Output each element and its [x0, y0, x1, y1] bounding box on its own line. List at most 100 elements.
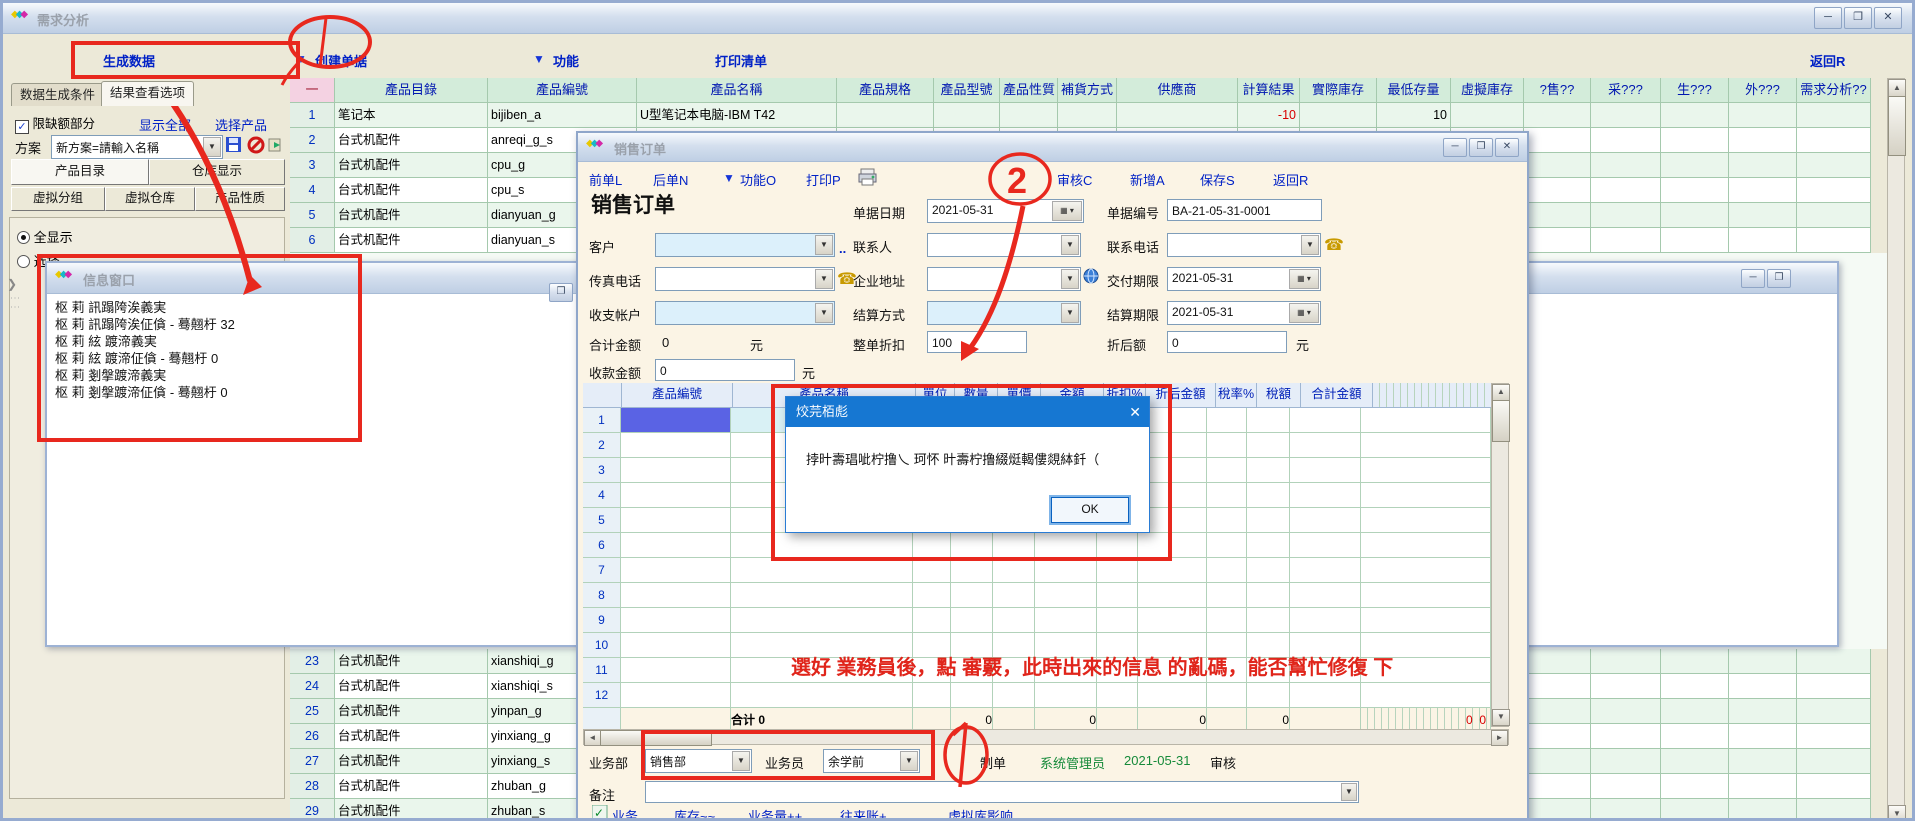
table-cell[interactable] — [1661, 178, 1729, 203]
grid-cell[interactable] — [1290, 683, 1361, 708]
table-cell[interactable] — [1524, 128, 1591, 153]
table-cell[interactable] — [1591, 203, 1661, 228]
prev-doc-button[interactable]: 前单L — [589, 170, 622, 189]
contact-select[interactable]: ▼ — [927, 233, 1081, 257]
table-cell[interactable] — [1524, 699, 1591, 724]
table-cell[interactable] — [1591, 649, 1661, 674]
print-list-button[interactable]: 打印清单 — [715, 51, 767, 70]
grid-cell[interactable] — [621, 583, 731, 608]
grid-cell[interactable] — [1207, 408, 1247, 433]
grid-column-header[interactable]: 產品編號 — [622, 383, 733, 408]
grid-cell[interactable] — [1290, 608, 1361, 633]
table-cell[interactable] — [934, 103, 1000, 128]
table-cell[interactable] — [1729, 799, 1797, 821]
table-cell[interactable] — [1000, 103, 1058, 128]
grid-cell[interactable] — [1207, 508, 1247, 533]
radio-show-all[interactable]: 全显示 — [17, 227, 73, 246]
table-cell[interactable] — [1661, 749, 1729, 774]
table-cell[interactable]: 台式机配件 — [335, 228, 488, 253]
generate-data-button[interactable]: 生成数据 — [103, 51, 155, 70]
table-cell[interactable] — [1661, 799, 1729, 821]
functions-button[interactable]: 功能 — [553, 51, 579, 70]
scroll-down-icon[interactable]: ▼ — [1492, 709, 1510, 726]
table-cell[interactable] — [1591, 674, 1661, 699]
grid-cell[interactable] — [1207, 658, 1247, 683]
table-cell[interactable] — [1661, 203, 1729, 228]
table-cell[interactable]: bijiben_a — [488, 103, 637, 128]
grid-cell[interactable] — [731, 558, 913, 583]
grid-cell[interactable] — [1290, 658, 1361, 683]
show-all-link[interactable]: 显示全部 — [139, 115, 191, 134]
grid-cell[interactable] — [1290, 533, 1361, 558]
person-select[interactable]: 余学前 ▼ — [823, 749, 920, 773]
grid-cell[interactable] — [951, 633, 993, 658]
grid-cell[interactable] — [951, 683, 993, 708]
column-header[interactable]: 產品規格 — [837, 78, 934, 103]
column-header[interactable]: 最低存量 — [1377, 78, 1451, 103]
table-cell[interactable] — [1797, 103, 1871, 128]
table-cell[interactable]: 台式机配件 — [335, 774, 488, 799]
tab-data-conditions[interactable]: 数据生成条件 — [11, 83, 104, 106]
column-header[interactable]: 實際庫存 — [1300, 78, 1377, 103]
main-back-button[interactable]: 返回R — [1810, 51, 1845, 70]
grid-cell[interactable] — [913, 533, 951, 558]
chevron-down-icon[interactable]: ▼ — [732, 751, 750, 771]
table-cell[interactable] — [1591, 749, 1661, 774]
close-icon[interactable]: ✕ — [1495, 138, 1519, 157]
grid-cell[interactable] — [1097, 558, 1138, 583]
grid-cell[interactable] — [951, 583, 993, 608]
table-cell[interactable] — [1729, 153, 1797, 178]
scroll-down-icon[interactable]: ▼ — [1888, 805, 1906, 821]
grid-cell[interactable] — [1035, 683, 1097, 708]
bottom-volume-button[interactable]: 业务量++ — [748, 806, 802, 821]
grid-cell[interactable] — [1207, 558, 1247, 583]
grid-cell[interactable] — [621, 458, 731, 483]
grid-cell[interactable] — [951, 558, 993, 583]
table-cell[interactable] — [1729, 228, 1797, 253]
settle-date-input[interactable]: 2021-05-31 ▦ ▾ — [1167, 301, 1321, 325]
table-cell[interactable]: 台式机配件 — [335, 153, 488, 178]
grid-cell[interactable] — [993, 583, 1035, 608]
table-cell[interactable]: 台式机配件 — [335, 799, 488, 821]
column-header[interactable]: 供應商 — [1117, 78, 1238, 103]
select-product-link[interactable]: 选择产品 — [215, 115, 267, 134]
maximize-icon[interactable]: ❐ — [1844, 7, 1872, 29]
table-cell[interactable] — [1661, 128, 1729, 153]
audit-button[interactable]: 审核C — [1057, 170, 1092, 189]
table-cell[interactable]: 笔记本 — [335, 103, 488, 128]
grid-cell[interactable] — [951, 658, 993, 683]
minimize-icon[interactable]: ─ — [1741, 269, 1765, 288]
grid-cell[interactable] — [1138, 583, 1207, 608]
grid-cell[interactable] — [1247, 633, 1290, 658]
bottom-virtual-button[interactable]: 虚拟库影响 — [948, 806, 1013, 821]
column-header[interactable]: 產品型號 — [934, 78, 1000, 103]
grid-row[interactable]: 11 — [583, 658, 1504, 683]
grid-row[interactable]: 7 — [583, 558, 1504, 583]
column-header[interactable]: 補貨方式 — [1058, 78, 1117, 103]
grid-cell[interactable] — [1247, 533, 1290, 558]
bottom-stock-button[interactable]: 库存~~ — [674, 806, 715, 821]
grid-cell[interactable] — [951, 533, 993, 558]
calendar-icon[interactable]: ▦ ▾ — [1289, 269, 1319, 289]
grid-cell[interactable] — [731, 608, 913, 633]
grid-cell[interactable] — [621, 608, 731, 633]
save-button[interactable]: 保存S — [1200, 170, 1235, 189]
grid-cell[interactable] — [1290, 558, 1361, 583]
phone-select[interactable]: ▼ — [1167, 233, 1321, 257]
doc-date-input[interactable]: 2021-05-31 ▦ ▾ — [927, 199, 1084, 223]
calendar-icon[interactable]: ▦ ▾ — [1052, 201, 1082, 221]
table-cell[interactable] — [1524, 649, 1591, 674]
column-header[interactable]: 產品編號 — [488, 78, 637, 103]
grid-cell[interactable] — [1247, 508, 1290, 533]
table-cell[interactable] — [1661, 724, 1729, 749]
grid-column-header[interactable]: 稅率% — [1216, 383, 1257, 408]
delete-plan-icon[interactable] — [247, 136, 265, 159]
main-vertical-scrollbar[interactable]: ▲ ▼ — [1887, 78, 1905, 821]
grid-cell[interactable] — [1207, 608, 1247, 633]
grid-cell[interactable] — [913, 658, 951, 683]
globe-icon[interactable] — [1083, 268, 1100, 290]
grid-cell[interactable] — [1035, 608, 1097, 633]
table-cell[interactable] — [1117, 103, 1238, 128]
tab-result-options[interactable]: 结果查看选项 — [101, 81, 194, 106]
grid-cell[interactable] — [993, 533, 1035, 558]
